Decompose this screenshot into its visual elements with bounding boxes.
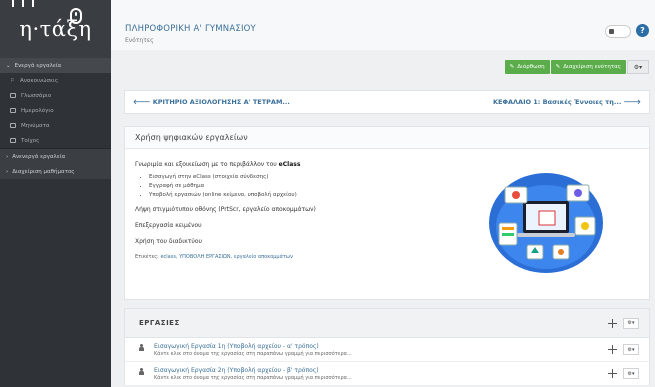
envelope-icon (10, 123, 16, 128)
page-subtitle: Ενότητες (125, 37, 154, 44)
sidebar-item-label: Γλωσσάριο (21, 92, 52, 99)
sidebar-group-label: Διαχείριση μαθήματος (12, 168, 75, 175)
gear-dropdown-button[interactable]: ⚙▾ (623, 368, 639, 379)
sidebar-item-label: Τοίχος (21, 137, 40, 144)
intro-text: Γνωριμία και εξοικείωση με το περιβάλλον… (135, 161, 639, 168)
sidebar-group-course-admin[interactable]: › Διαχείριση μαθήματος (0, 164, 111, 179)
assignment-text: Εισαγωγική Εργασία 1η (Υποβολή αρχείου -… (154, 343, 352, 357)
manage-section-button[interactable]: ✎ Διαχείριση ενότητας (550, 60, 626, 74)
gear-dropdown-button[interactable]: ⚙▾ (623, 317, 639, 329)
list-item: Εισαγωγική Εργασία 2η (Υποβολή αρχείου -… (124, 362, 650, 386)
row-controls: ⚙▾ (608, 344, 639, 355)
sidebar-item-messages[interactable]: Μηνύματα (0, 118, 111, 133)
settings-dropdown-button[interactable]: ⚙▾ (627, 60, 649, 74)
edit-button-label: Διόρθωση (517, 64, 545, 70)
prev-section-link[interactable]: 🡐 ΚΡΙΤΗΡΙΟ ΑΞΙΟΛΟΓΗΣΗΣ Α' ΤΕΤΡΑΜ... (133, 98, 290, 106)
list-item: Εισαγωγική Εργασία 1η (Υποβολή αρχείου -… (124, 338, 650, 362)
section-card: Χρήση ψηφιακών εργαλείων Γνωριμία και εξ… (124, 126, 650, 300)
sidebar-item-label: Ανακοινώσεις (19, 77, 59, 84)
tags-label: Ετικέτες: (135, 254, 161, 260)
logo-stripes (12, 0, 34, 7)
sidebar-item-announcements[interactable]: ⚐ Ανακοινώσεις (0, 73, 111, 88)
calendar-icon (10, 108, 16, 113)
gear-dropdown-button[interactable]: ⚙▾ (623, 344, 639, 355)
assignment-description: Κάντε κλικ στο όνομα της εργασίας στη πα… (154, 350, 352, 357)
arrow-right-icon: 🡒 (621, 98, 641, 106)
chevron-down-icon: ⌄ (6, 62, 11, 69)
assignment-link[interactable]: Εισαγωγική Εργασία 1η (Υποβολή αρχείου -… (154, 343, 352, 350)
next-section-label: ΚΕΦΑΛΑΙΟ 1: Βασικές Έννοιες τη... (492, 98, 622, 106)
course-title[interactable]: ΠΛΗΡΟΦΟΡΙΚΗ Α' ΓΥΜΝΑΣΙΟΥ (125, 24, 256, 34)
assignment-link[interactable]: Εισαγωγική Εργασία 2η (Υποβολή αρχείου -… (154, 367, 352, 374)
assignment-entry: Εισαγωγική Εργασία 2η (Υποβολή αρχείου -… (139, 367, 352, 381)
move-icon[interactable] (608, 345, 617, 354)
section-pager: 🡐 ΚΡΙΤΗΡΙΟ ΑΞΙΟΛΟΓΗΣΗΣ Α' ΤΕΤΡΑΜ... ΚΕΦΑ… (124, 90, 650, 114)
assignments-header: ΕΡΓΑΣΙΕΣ ⚙▾ (124, 308, 650, 338)
move-icon[interactable] (608, 318, 617, 328)
manage-button-label: Διαχείριση ενότητας (563, 64, 621, 70)
intro-text-bold: eClass (278, 161, 301, 168)
move-icon[interactable] (608, 369, 617, 378)
sidebar-item-label: Ημερολόγιο (21, 107, 54, 114)
sidebar-group-label: Ενεργά εργαλεία (14, 62, 62, 69)
assignments-controls: ⚙▾ (608, 317, 639, 329)
header: ΠΛΗΡΟΦΟΡΙΚΗ Α' ΓΥΜΝΑΣΙΟΥ Ενότητες ? (111, 0, 655, 50)
assignments-title: ΕΡΓΑΣΙΕΣ (139, 319, 180, 327)
book-icon (10, 93, 16, 98)
sidebar: η·τάξη ⌄ Ενεργά εργαλεία ⚐ Ανακοινώσεις … (0, 0, 111, 387)
sidebar-group-inactive-tools[interactable]: › Ανενεργά εργαλεία (0, 149, 111, 164)
assignment-description: Κάντε κλικ στο όνομα της εργασίας στη πα… (154, 374, 352, 381)
sidebar-item-glossary[interactable]: Γλωσσάριο (0, 88, 111, 103)
assignment-entry: Εισαγωγική Εργασία 1η (Υποβολή αρχείου -… (139, 343, 352, 357)
chevron-right-icon: › (6, 168, 9, 175)
action-toolbar: ✎ Διόρθωση ✎ Διαχείριση ενότητας ⚙▾ (504, 60, 649, 74)
assignment-text: Εισαγωγική Εργασία 2η (Υποβολή αρχείου -… (154, 367, 352, 381)
wall-icon (10, 138, 16, 143)
person-icon (139, 343, 144, 351)
mouse-icon (70, 8, 82, 24)
sidebar-item-wall[interactable]: Τοίχος (0, 133, 111, 148)
row-controls: ⚙▾ (608, 368, 639, 379)
sidebar-group-label: Ανενεργά εργαλεία (12, 153, 66, 160)
tags-links[interactable]: eclass, ΥΠΟΒΟΛΗ ΕΡΓΑΣΙΩΝ, εργαλείο αποκο… (160, 254, 292, 260)
sidebar-item-label: Μηνύματα (21, 122, 50, 129)
next-section-link[interactable]: ΚΕΦΑΛΑΙΟ 1: Βασικές Έννοιες τη... 🡒 (493, 98, 641, 106)
arrow-left-icon: 🡐 (133, 98, 153, 106)
megaphone-icon: ⚐ (10, 77, 15, 84)
section-body: Γνωριμία και εξοικείωση με το περιβάλλον… (125, 149, 649, 299)
view-toggle[interactable] (605, 25, 631, 38)
sidebar-item-calendar[interactable]: Ημερολόγιο (0, 103, 111, 118)
digital-tools-illustration (489, 173, 603, 273)
prev-section-label: ΚΡΙΤΗΡΙΟ ΑΞΙΟΛΟΓΗΣΗΣ Α' ΤΕΤΡΑΜ... (152, 98, 290, 106)
section-title: Χρήση ψηφιακών εργαλείων (125, 127, 649, 149)
chevron-right-icon: › (6, 153, 9, 160)
main-content: 🡐 ΚΡΙΤΗΡΙΟ ΑΞΙΟΛΟΓΗΣΗΣ Α' ΤΕΤΡΑΜ... ΚΕΦΑ… (124, 90, 650, 386)
sidebar-group-active-tools[interactable]: ⌄ Ενεργά εργαλεία (0, 58, 111, 73)
intro-text-plain: Γνωριμία και εξοικείωση με το περιβάλλον… (135, 161, 279, 168)
person-icon (139, 367, 144, 375)
edit-icon: ✎ (509, 64, 515, 70)
logo[interactable]: η·τάξη (0, 0, 111, 58)
edit-icon: ✎ (555, 64, 561, 70)
edit-button[interactable]: ✎ Διόρθωση (504, 60, 550, 74)
help-icon[interactable]: ? (636, 24, 649, 37)
